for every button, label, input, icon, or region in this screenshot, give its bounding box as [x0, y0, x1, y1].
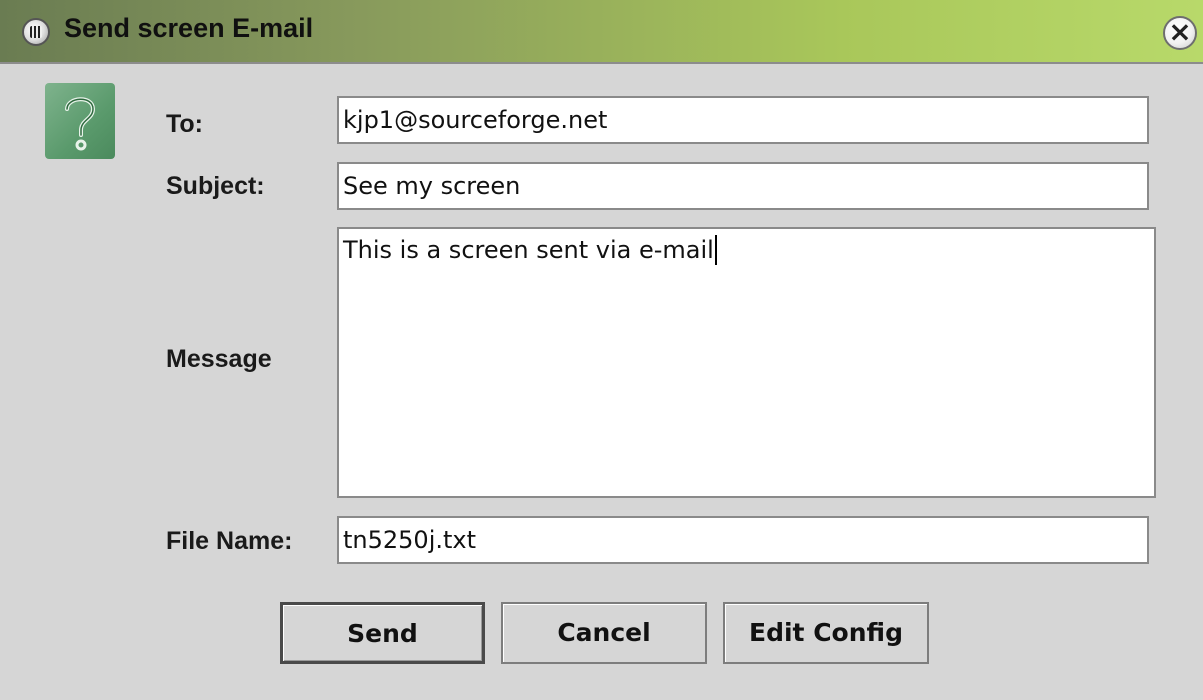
- subject-field[interactable]: See my screen: [337, 162, 1149, 210]
- subject-label: Subject:: [166, 172, 265, 200]
- question-icon: [45, 83, 115, 159]
- title-bar[interactable]: Send screen E-mail ×: [0, 0, 1203, 64]
- text-caret: [714, 235, 717, 265]
- message-textarea[interactable]: This is a screen sent via e-mail: [337, 227, 1156, 498]
- send-button[interactable]: Send: [280, 602, 485, 664]
- edit-config-button[interactable]: Edit Config: [723, 602, 929, 664]
- filename-label: File Name:: [166, 527, 293, 555]
- window-title: Send screen E-mail: [64, 13, 314, 43]
- message-label: Message: [166, 345, 272, 373]
- window-menu-icon[interactable]: [22, 18, 50, 46]
- close-icon[interactable]: ×: [1163, 16, 1197, 50]
- to-label: To:: [166, 110, 204, 138]
- cancel-button[interactable]: Cancel: [501, 602, 707, 664]
- email-dialog: Send screen E-mail × To: kjp1@sourceforg…: [0, 0, 1203, 700]
- to-field[interactable]: kjp1@sourceforge.net: [337, 96, 1149, 144]
- message-text: This is a screen sent via e-mail: [343, 236, 714, 264]
- filename-field[interactable]: tn5250j.txt: [337, 516, 1149, 564]
